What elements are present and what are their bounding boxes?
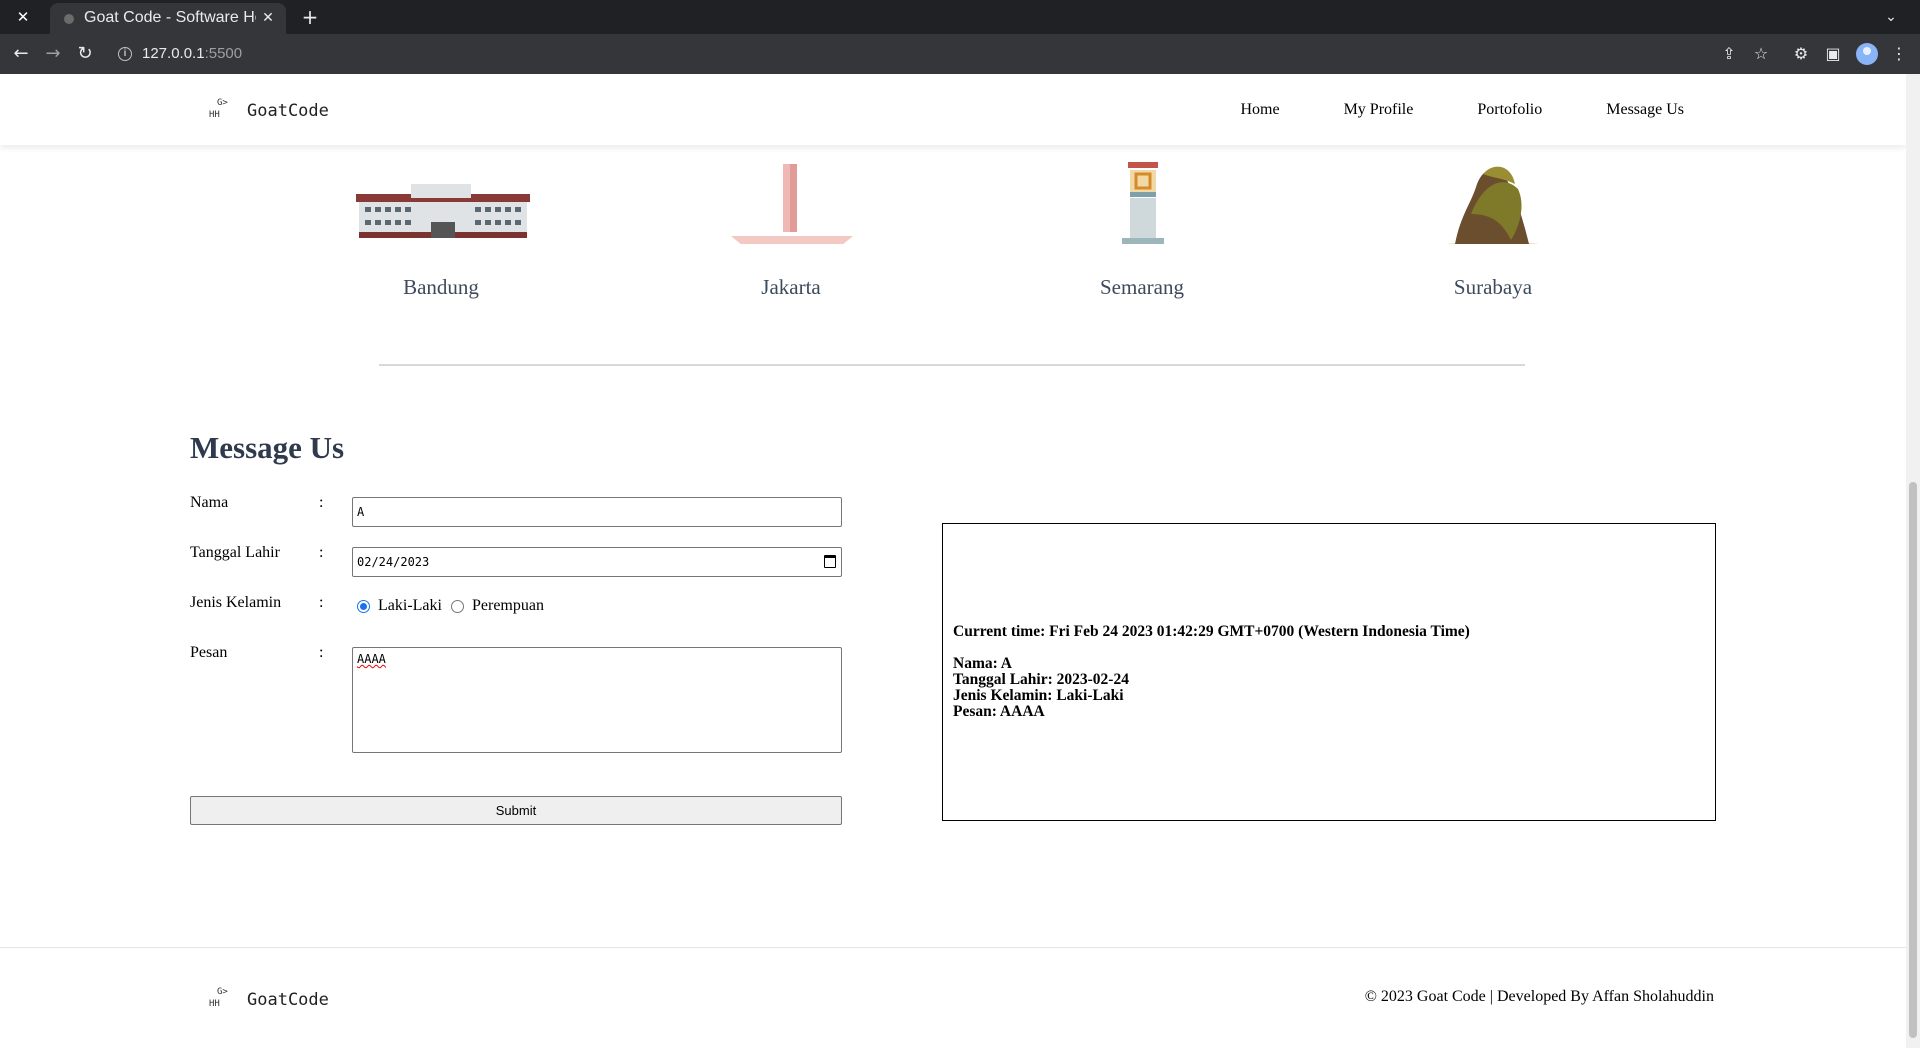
nav-my-profile[interactable]: My Profile xyxy=(1344,98,1414,122)
message-us-title: Message Us xyxy=(190,430,345,465)
new-tab-icon[interactable]: + xyxy=(298,6,322,28)
radio-perempuan[interactable] xyxy=(451,600,464,613)
colon: : xyxy=(319,644,324,661)
goatcode-logo-icon: G> HH xyxy=(209,98,228,120)
tanggal-lahir-input[interactable]: 02/24/2023 xyxy=(352,547,842,577)
monas-icon xyxy=(731,164,853,244)
profile-avatar-icon[interactable] xyxy=(1856,43,1878,65)
extensions-puzzle-icon[interactable]: ⚙ xyxy=(1789,42,1813,66)
gedung-sate-icon xyxy=(356,184,530,238)
label-nama: Nama xyxy=(190,494,229,511)
url-host: 127.0.0.1 xyxy=(142,45,205,62)
result-pesan: Pesan: AAAA xyxy=(953,703,1045,720)
radio-laki-laki[interactable] xyxy=(357,600,370,613)
city-name-surabaya: Surabaya xyxy=(1453,275,1533,299)
forward-arrow-icon[interactable]: → xyxy=(41,42,65,66)
footer-logo[interactable]: G> HH GoatCode xyxy=(209,985,329,1015)
nav-message-us[interactable]: Message Us xyxy=(1606,98,1684,122)
label-tanggal-lahir: Tanggal Lahir xyxy=(190,544,280,561)
browser-tabbar: ✕ Goat Code - Software House ✕ + ⌄ xyxy=(0,0,1920,34)
page-viewport: Bandung Jakarta Semarang Surabaya G> HH … xyxy=(0,74,1906,1048)
result-box: Current time: Fri Feb 24 2023 01:42:29 G… xyxy=(942,523,1716,821)
nav-portofolio[interactable]: Portofolio xyxy=(1477,98,1542,122)
label-jenis-kelamin: Jenis Kelamin xyxy=(190,594,282,611)
url-port: :5500 xyxy=(204,45,243,62)
label-pesan: Pesan xyxy=(190,644,228,661)
browser-toolbar: ← → ↻ i 127.0.0.1:5500 ⇪ ☆ ⚙ ▣ ⋮ xyxy=(0,34,1920,74)
site-header: G> HH GoatCode Home My Profile Portofoli… xyxy=(0,74,1906,145)
tanggal-lahir-value: 02/24/2023 xyxy=(357,555,430,569)
pesan-textarea[interactable]: AAAA xyxy=(352,647,842,753)
footer-copyright: © 2023 Goat Code | Developed By Affan Sh… xyxy=(1364,988,1714,1005)
page-scrollbar[interactable] xyxy=(1906,74,1920,1048)
close-window-icon[interactable]: ✕ xyxy=(12,6,34,28)
calendar-icon[interactable] xyxy=(824,555,836,568)
url-text[interactable]: 127.0.0.1:5500 xyxy=(142,44,242,64)
goatcode-logo-icon: G> HH xyxy=(209,987,228,1009)
header-logo[interactable]: G> HH GoatCode xyxy=(209,96,329,126)
share-icon[interactable]: ⇪ xyxy=(1717,42,1741,66)
footer-logo-text: GoatCode xyxy=(247,990,329,1010)
address-bar[interactable]: i 127.0.0.1:5500 xyxy=(108,39,1788,69)
tugu-muda-icon xyxy=(1122,162,1164,244)
colon: : xyxy=(319,544,324,561)
header-logo-text: GoatCode xyxy=(247,101,329,121)
colon: : xyxy=(319,494,324,511)
city-name-jakarta: Jakarta xyxy=(761,275,821,299)
footer-divider xyxy=(0,947,1906,948)
reload-icon[interactable]: ↻ xyxy=(73,42,97,66)
city-name-semarang: Semarang xyxy=(1100,275,1184,299)
tab-title: Goat Code - Software House xyxy=(84,9,256,26)
bookmark-star-icon[interactable]: ☆ xyxy=(1749,42,1773,66)
side-panel-icon[interactable]: ▣ xyxy=(1821,42,1845,66)
site-info-icon[interactable]: i xyxy=(118,47,132,61)
main-nav: Home My Profile Portofolio Message Us xyxy=(1176,98,1684,122)
radio-label-perempuan[interactable]: Perempuan xyxy=(472,597,544,615)
close-tab-icon[interactable]: ✕ xyxy=(258,8,278,28)
favicon-icon xyxy=(64,14,74,24)
tab-search-chevron-icon[interactable]: ⌄ xyxy=(1880,6,1902,28)
pesan-value: AAAA xyxy=(357,652,386,666)
section-divider xyxy=(379,364,1525,366)
browser-tab[interactable]: Goat Code - Software House ✕ xyxy=(50,3,286,34)
result-current-time: Current time: Fri Feb 24 2023 01:42:29 G… xyxy=(953,623,1470,640)
nav-home[interactable]: Home xyxy=(1240,98,1279,122)
submit-button[interactable]: Submit xyxy=(190,796,842,825)
menu-kebab-icon[interactable]: ⋮ xyxy=(1887,42,1911,66)
radio-label-laki-laki[interactable]: Laki-Laki xyxy=(378,597,442,615)
nama-input[interactable]: A xyxy=(352,497,842,527)
back-arrow-icon[interactable]: ← xyxy=(9,42,33,66)
scrollbar-thumb[interactable] xyxy=(1909,482,1917,1038)
city-name-bandung: Bandung xyxy=(403,275,479,299)
suro-boyo-icon xyxy=(1446,166,1540,244)
colon: : xyxy=(319,594,324,611)
